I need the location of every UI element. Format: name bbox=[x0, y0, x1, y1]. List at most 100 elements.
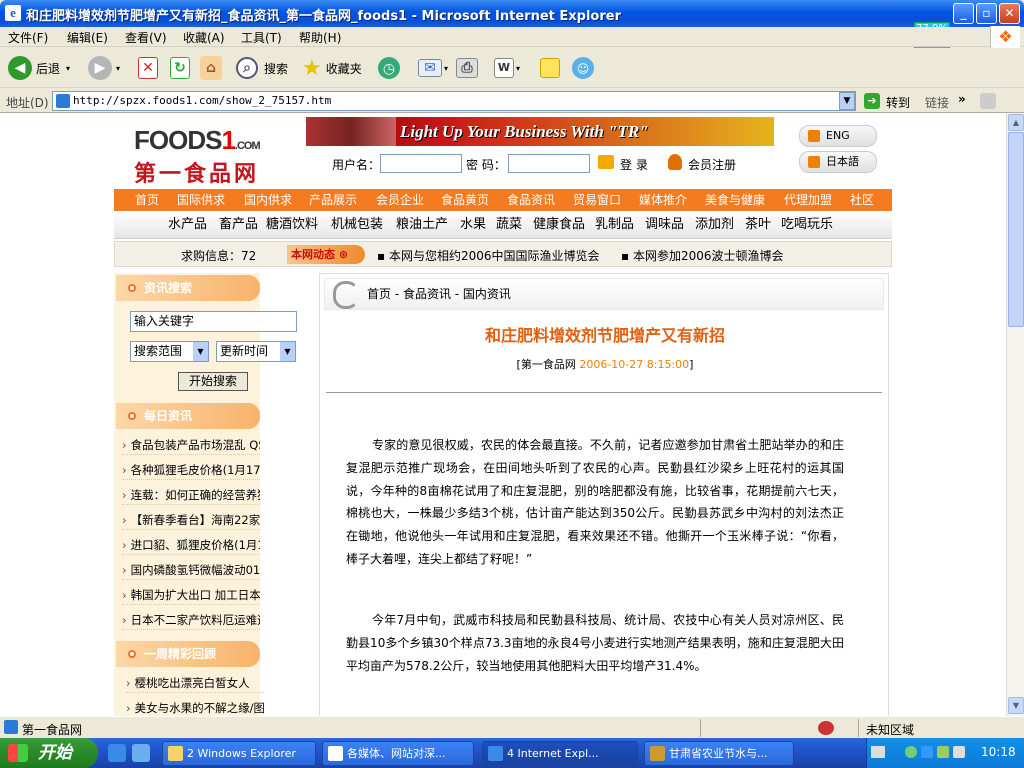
site-logo[interactable]: FOODS1.COM 第一食品网 bbox=[134, 125, 284, 187]
links-chevron-icon[interactable]: » bbox=[958, 92, 966, 106]
username-input[interactable] bbox=[380, 154, 462, 173]
print-button[interactable]: ⎙ bbox=[456, 54, 478, 82]
nav-item[interactable]: 会员企业 bbox=[376, 189, 424, 211]
daily-item[interactable]: 日本不二家产饮料厄运难逃 bbox=[122, 610, 260, 630]
maximize-button[interactable]: ▫ bbox=[976, 3, 997, 24]
note-button[interactable] bbox=[540, 54, 560, 82]
links-label[interactable]: 链接 bbox=[925, 94, 949, 111]
task-document[interactable]: 各媒体、网站对深... bbox=[322, 741, 474, 766]
go-arrow-icon[interactable]: ➔ bbox=[864, 93, 880, 109]
login-button[interactable]: 登 录 bbox=[620, 156, 648, 173]
category-item[interactable]: 糖酒饮料 bbox=[266, 211, 318, 239]
category-item[interactable]: 蔬菜 bbox=[496, 211, 522, 239]
news-item[interactable]: ▪ 本网参加2006波士顿渔博会 bbox=[621, 247, 784, 264]
nav-item[interactable]: 首页 bbox=[135, 189, 159, 211]
scroll-up-icon[interactable]: ▲ bbox=[1008, 114, 1024, 131]
back-button[interactable]: ◀ 后退 ▾ bbox=[8, 54, 70, 82]
time-select[interactable]: 更新时间 ▼ bbox=[216, 341, 296, 362]
task-gansu-doc[interactable]: 甘肃省农业节水与... bbox=[644, 741, 794, 766]
toolbar-extra-icon[interactable] bbox=[980, 93, 996, 109]
category-item[interactable]: 茶叶 bbox=[745, 211, 771, 239]
daily-item[interactable]: 【新春季看台】海南22家糖 bbox=[122, 510, 260, 530]
daily-item[interactable]: 各种狐狸毛皮价格(1月17 bbox=[122, 460, 260, 480]
menu-edit[interactable]: 编辑(E) bbox=[67, 29, 108, 46]
keyboard-icon[interactable] bbox=[871, 746, 885, 758]
category-item[interactable]: 粮油土产 bbox=[396, 211, 448, 239]
nav-item[interactable]: 美食与健康 bbox=[705, 189, 765, 211]
category-item[interactable]: 乳制品 bbox=[595, 211, 634, 239]
lang-english-button[interactable]: ENG bbox=[799, 125, 877, 147]
daily-item[interactable]: 进口貂、狐狸皮价格(1月1 bbox=[122, 535, 260, 555]
history-button[interactable]: ◷ bbox=[378, 54, 400, 82]
logo-en-a: FOODS bbox=[134, 125, 222, 155]
breadcrumb-text[interactable]: 首页 - 食品资讯 - 国内资讯 bbox=[367, 287, 511, 301]
desktop-quicklaunch-icon[interactable] bbox=[132, 744, 150, 762]
refresh-button[interactable]: ↻ bbox=[170, 54, 190, 82]
mail-button[interactable]: ✉ ▾ bbox=[418, 54, 448, 82]
menu-tools[interactable]: 工具(T) bbox=[241, 29, 282, 46]
scroll-thumb[interactable] bbox=[1008, 132, 1024, 327]
category-item[interactable]: 水产品 bbox=[168, 211, 207, 239]
category-item[interactable]: 水果 bbox=[460, 211, 486, 239]
daily-item[interactable]: 食品包装产品市场混乱 QS bbox=[122, 435, 260, 455]
nav-item[interactable]: 代理加盟 bbox=[784, 189, 832, 211]
register-link[interactable]: 会员注册 bbox=[688, 156, 736, 173]
favorites-button[interactable]: ★ 收藏夹 bbox=[302, 54, 362, 82]
nav-item[interactable]: 国内供求 bbox=[244, 189, 292, 211]
weekly-item[interactable]: 樱桃吃出漂亮白皙女人 bbox=[126, 673, 264, 693]
daily-item[interactable]: 连载：如何正确的经营养猪业 bbox=[122, 485, 260, 505]
minimize-button[interactable]: _ bbox=[953, 3, 974, 24]
tray-icon[interactable] bbox=[937, 746, 949, 758]
nav-item[interactable]: 贸易窗口 bbox=[573, 189, 621, 211]
category-item[interactable]: 调味品 bbox=[645, 211, 684, 239]
menu-file[interactable]: 文件(F) bbox=[8, 29, 48, 46]
popup-blocked-icon[interactable] bbox=[818, 721, 834, 735]
tray-icon[interactable] bbox=[905, 746, 917, 758]
banner-ad[interactable]: Light Up Your Business With "TR" bbox=[306, 117, 774, 146]
stop-button[interactable]: ✕ bbox=[138, 54, 158, 82]
nav-item[interactable]: 产品展示 bbox=[309, 189, 357, 211]
nav-item[interactable]: 媒体推介 bbox=[639, 189, 687, 211]
vertical-scrollbar[interactable]: ▲ ▼ bbox=[1006, 113, 1024, 716]
home-button[interactable]: ⌂ bbox=[200, 54, 222, 82]
forward-button[interactable]: ▶ ▾ bbox=[88, 54, 120, 82]
menu-view[interactable]: 查看(V) bbox=[125, 29, 167, 46]
messenger-button[interactable]: ☺ bbox=[572, 54, 594, 82]
nav-item[interactable]: 食品资讯 bbox=[507, 189, 555, 211]
menu-help[interactable]: 帮助(H) bbox=[299, 29, 341, 46]
close-button[interactable]: ✕ bbox=[999, 3, 1020, 24]
nav-item[interactable]: 国际供求 bbox=[177, 189, 225, 211]
daily-item[interactable]: 韩国为扩大出口 加工日本 bbox=[122, 585, 260, 605]
address-dropdown[interactable]: ▼ bbox=[839, 92, 855, 110]
ie-quicklaunch-icon[interactable] bbox=[108, 744, 126, 762]
category-item[interactable]: 畜产品 bbox=[219, 211, 258, 239]
go-button[interactable]: 转到 bbox=[886, 94, 910, 111]
category-item[interactable]: 健康食品 bbox=[533, 211, 585, 239]
nav-item[interactable]: 社区 bbox=[850, 189, 874, 211]
start-search-button[interactable]: 开始搜索 bbox=[178, 372, 248, 391]
scope-select[interactable]: 搜索范围 ▼ bbox=[130, 341, 209, 362]
purchase-info[interactable]: 求购信息：72 bbox=[181, 247, 256, 264]
task-internet-explorer[interactable]: 4 Internet Expl... bbox=[482, 741, 638, 766]
network-icon[interactable] bbox=[921, 746, 933, 758]
daily-item[interactable]: 国内磷酸氢钙微幅波动01- bbox=[122, 560, 260, 580]
category-item[interactable]: 添加剂 bbox=[695, 211, 734, 239]
address-input[interactable]: http://spzx.foods1.com/show_2_75157.htm bbox=[52, 91, 856, 111]
category-item[interactable]: 机械包装 bbox=[331, 211, 383, 239]
taskbar: 开始 2 Windows Explorer 各媒体、网站对深... 4 Inte… bbox=[0, 738, 1024, 768]
search-button[interactable]: ⌕ 搜索 bbox=[236, 54, 288, 82]
task-windows-explorer[interactable]: 2 Windows Explorer bbox=[162, 741, 316, 766]
volume-icon[interactable] bbox=[953, 746, 965, 758]
category-item[interactable]: 吃喝玩乐 bbox=[781, 211, 833, 239]
news-item[interactable]: ▪ 本网与您相约2006中国国际渔业博览会 bbox=[377, 247, 600, 264]
weekly-item[interactable]: 美女与水果的不解之缘/图 bbox=[126, 698, 264, 716]
start-button[interactable]: 开始 bbox=[0, 738, 98, 768]
keyword-input[interactable]: 输入关键字 bbox=[130, 311, 297, 332]
nav-item[interactable]: 食品黄页 bbox=[441, 189, 489, 211]
scroll-down-icon[interactable]: ▼ bbox=[1008, 697, 1024, 714]
lang-japanese-button[interactable]: 日本語 bbox=[799, 151, 877, 173]
menu-favorites[interactable]: 收藏(A) bbox=[183, 29, 225, 46]
search-section-header: 资讯搜索 bbox=[116, 275, 260, 301]
password-input[interactable] bbox=[508, 154, 590, 173]
edit-button[interactable]: W ▾ bbox=[494, 54, 520, 82]
